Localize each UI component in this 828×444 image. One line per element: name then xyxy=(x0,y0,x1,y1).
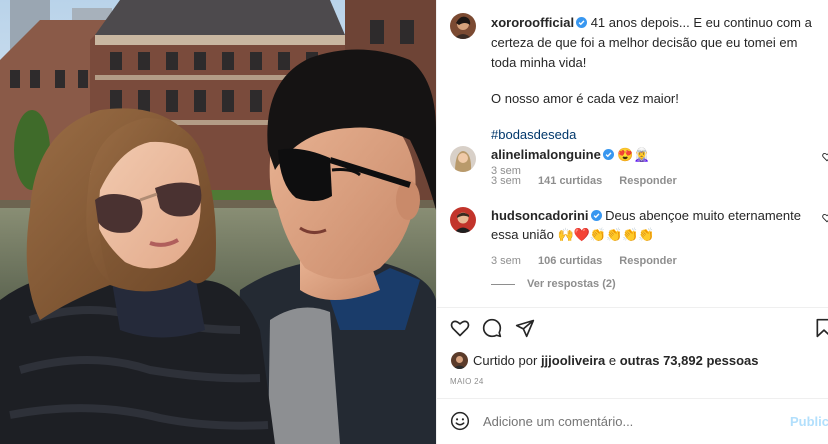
caption-text-2: O nosso amor é cada vez maior! xyxy=(491,91,679,106)
comment-input-divider xyxy=(437,398,828,399)
likes-middle: e xyxy=(608,353,617,368)
caption-author-username[interactable]: xororoofficial xyxy=(491,15,574,30)
comment-icon[interactable] xyxy=(482,318,502,338)
liker-avatar[interactable] xyxy=(451,352,468,369)
verified-badge-icon xyxy=(602,149,614,160)
reply-button[interactable]: Responder xyxy=(619,175,676,187)
verified-badge-icon xyxy=(590,210,602,221)
liker-username[interactable]: jjjooliveira xyxy=(541,353,605,368)
actions-divider xyxy=(437,307,828,308)
replies-divider-line xyxy=(491,283,515,285)
view-replies-label: Ver respostas (2) xyxy=(527,278,616,290)
comment-likes-count[interactable]: 141 curtidas xyxy=(538,175,602,187)
comment-item: hudsoncadorini Deus abençoe muito eterna… xyxy=(491,206,816,271)
hashtag-link[interactable]: #bodasdeseda xyxy=(491,127,576,142)
bookmark-icon[interactable] xyxy=(814,318,828,338)
share-icon[interactable] xyxy=(515,318,535,338)
verified-badge-icon xyxy=(576,17,588,28)
comment-input[interactable] xyxy=(483,414,773,429)
comment-avatar[interactable] xyxy=(450,146,476,172)
comment-author-username[interactable]: hudsoncadorini xyxy=(491,208,589,223)
comment-author-username[interactable]: alinelimalonguine xyxy=(491,147,601,162)
post-date[interactable]: MAIO 24 xyxy=(450,377,484,386)
emoji-icon[interactable] xyxy=(450,411,470,431)
likes-others-count[interactable]: outras 73,892 pessoas xyxy=(620,353,759,368)
comment-text: 😍🧝‍♀️ xyxy=(617,147,650,162)
comment-avatar[interactable] xyxy=(450,207,476,233)
likes-summary: Curtido por jjjooliveira e outras 73,892… xyxy=(473,353,758,368)
view-replies-button[interactable]: Ver respostas (2) xyxy=(491,278,616,290)
comment-like-heart-icon[interactable] xyxy=(822,213,828,223)
heart-icon[interactable] xyxy=(450,318,470,338)
publish-button[interactable]: Publicar xyxy=(790,414,828,429)
likes-prefix: Curtido por xyxy=(473,353,538,368)
comment-time[interactable]: 3 sem xyxy=(491,255,521,267)
couple-photo-image xyxy=(0,0,436,444)
comment-like-heart-icon[interactable] xyxy=(822,152,828,162)
comment-likes-count[interactable]: 106 curtidas xyxy=(538,255,602,267)
comment-item: alinelimalonguine 😍🧝‍♀️ 3 sem 141 curtid… xyxy=(491,145,816,191)
author-avatar[interactable] xyxy=(450,13,476,39)
post-photo[interactable] xyxy=(0,0,436,444)
reply-button[interactable]: Responder xyxy=(619,255,676,267)
comment-time[interactable]: 3 sem xyxy=(491,175,521,187)
